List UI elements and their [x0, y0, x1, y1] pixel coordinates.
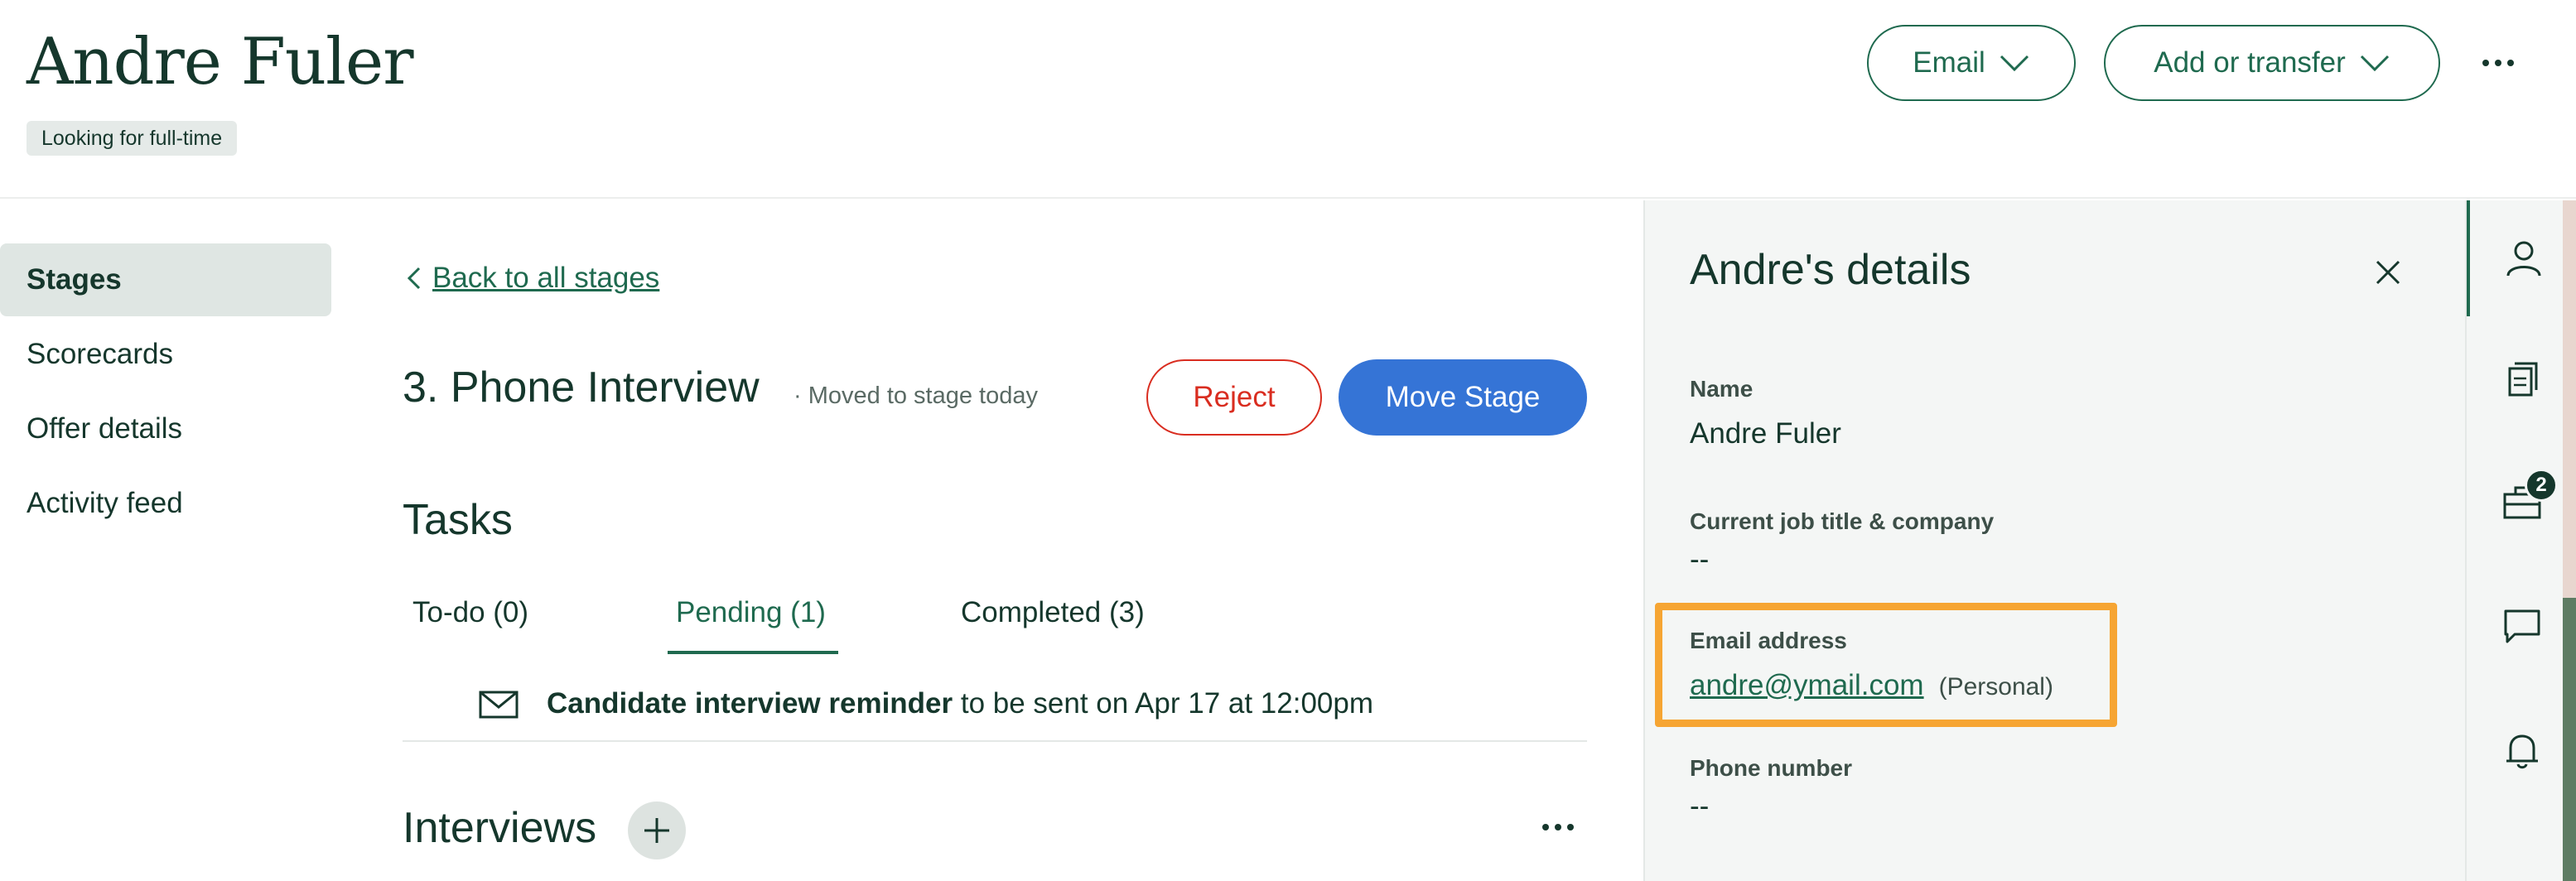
back-to-all-stages-link[interactable]: Back to all stages [406, 262, 659, 295]
candidate-name: Andre Fuler [27, 25, 413, 99]
stage-title: 3. Phone Interview [403, 363, 760, 412]
tab-completed[interactable]: Completed (3) [961, 596, 1145, 629]
phone-label: Phone number [1690, 755, 1853, 781]
email-button[interactable]: Email [1867, 25, 2076, 101]
rail-documents-button[interactable] [2467, 321, 2576, 437]
bell-icon [2506, 734, 2538, 769]
plus-icon [644, 818, 669, 843]
add-interview-button[interactable] [628, 802, 686, 859]
right-icon-rail: 2 [2465, 200, 2576, 881]
add-or-transfer-button[interactable]: Add or transfer [2104, 25, 2440, 101]
job-title-value: -- [1690, 543, 1710, 575]
task-description: Candidate interview reminder to be sent … [547, 687, 1373, 720]
job-title-label: Current job title & company [1690, 508, 1995, 534]
phone-value: -- [1690, 790, 1710, 822]
move-stage-button[interactable]: Move Stage [1339, 359, 1587, 436]
name-label: Name [1690, 376, 1754, 402]
task-row[interactable]: Candidate interview reminder to be sent … [403, 679, 1587, 742]
chevron-left-icon [407, 267, 421, 290]
chevron-down-icon [2360, 55, 2389, 72]
back-link-label: Back to all stages [432, 262, 660, 294]
envelope-icon [479, 691, 519, 719]
nav-item-offer-details[interactable]: Offer details [0, 392, 331, 465]
email-highlight-box [1655, 603, 2117, 727]
close-icon[interactable] [2374, 258, 2402, 286]
email-button-label: Email [1913, 46, 1985, 79]
nav-item-stages[interactable]: Stages [0, 243, 331, 316]
chat-icon [2504, 609, 2540, 643]
candidate-details-panel: Andre's details Name Andre Fuler Current… [1643, 200, 2465, 881]
task-schedule: to be sent on Apr 17 at 12:00pm [953, 687, 1373, 720]
tab-pending[interactable]: Pending (1) [676, 596, 826, 629]
interviews-heading: Interviews [403, 804, 597, 852]
stage-moved-meta: · Moved to stage today [794, 383, 1038, 409]
reject-button[interactable]: Reject [1146, 359, 1322, 436]
chevron-down-icon [2000, 55, 2028, 72]
nav-item-scorecards[interactable]: Scorecards [0, 318, 331, 391]
jobs-count-badge: 2 [2525, 469, 2558, 502]
more-options-icon[interactable] [2473, 41, 2523, 84]
rail-jobs-button[interactable]: 2 [2467, 444, 2576, 560]
add-or-transfer-label: Add or transfer [2154, 46, 2346, 79]
person-icon [2506, 241, 2541, 277]
documents-icon [2508, 362, 2538, 397]
nav-item-activity-feed[interactable]: Activity feed [0, 467, 331, 540]
background-plant [2563, 598, 2576, 881]
email-field: andre@ymail.com (Personal) [1690, 669, 2053, 702]
rail-notifications-button[interactable] [2467, 692, 2576, 808]
candidate-header: Andre Fuler Looking for full-time Email … [0, 0, 2576, 199]
profile-nav: Stages Scorecards Offer details Activity… [0, 243, 331, 542]
active-tab-indicator [668, 651, 838, 654]
interviews-more-icon[interactable] [1537, 815, 1579, 840]
name-value: Andre Fuler [1690, 417, 1841, 450]
tasks-heading: Tasks [403, 496, 513, 544]
rail-chat-button[interactable] [2467, 568, 2576, 684]
rail-details-button[interactable] [2467, 200, 2576, 316]
task-name: Candidate interview reminder [547, 687, 953, 720]
email-label: Email address [1690, 628, 1847, 653]
details-title: Andre's details [1690, 246, 1971, 294]
tab-to-do[interactable]: To-do (0) [412, 596, 528, 629]
email-link[interactable]: andre@ymail.com [1690, 669, 1924, 701]
candidate-tag: Looking for full-time [27, 121, 238, 156]
email-type: (Personal) [1938, 673, 2053, 700]
background-edge [2563, 200, 2576, 881]
